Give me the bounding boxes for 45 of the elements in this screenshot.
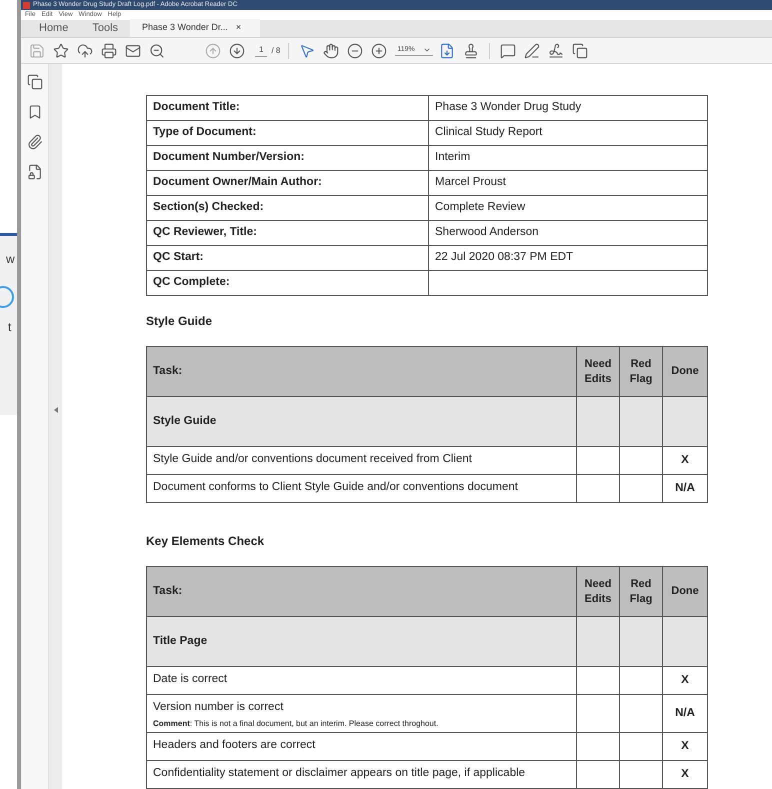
collapse-icon[interactable]: [54, 407, 58, 413]
table-cell: Sherwood Anderson: [428, 220, 708, 246]
group-cell: Style Guide: [146, 396, 576, 446]
table-cell: 22 Jul 2020 08:37 PM EDT: [428, 246, 708, 270]
column-header: Task:: [146, 566, 576, 616]
column-header: Task:: [146, 346, 576, 396]
comment-text: Comment: This is not a final document, but an interim. Please correct throghout.: [153, 718, 440, 730]
table-cell: Document Owner/Main Author:: [146, 170, 428, 196]
tab[interactable]: Phase 3 Wonder Dr... ×: [130, 19, 260, 37]
done-cell: X: [662, 446, 708, 474]
table-cell: Document Number/Version:: [146, 146, 428, 170]
task-text: Date is correct: [153, 672, 228, 687]
done-cell: X: [662, 666, 708, 694]
group-cell: Title Page: [146, 616, 576, 666]
table-cell: Phase 3 Wonder Drug Study: [428, 96, 708, 120]
section-heading: Key Elements Check: [146, 533, 266, 550]
table-cell: Clinical Study Report: [428, 120, 708, 146]
app-icon: [23, 2, 30, 8]
dropdown-icon: [422, 46, 431, 54]
table-cell: Marcel Proust: [428, 170, 708, 196]
table-cell: QC Start:: [146, 246, 428, 270]
section-heading: Style Guide: [146, 313, 214, 330]
page-total: / 8: [271, 44, 280, 56]
table-cell: QC Reviewer, Title:: [146, 220, 428, 246]
done-cell: X: [662, 732, 708, 760]
done-cell: N/A: [662, 694, 708, 732]
window-text: w: [6, 251, 15, 268]
task-text: Style Guide and/or conventions document received from Client: [153, 452, 473, 467]
tab[interactable]: Tools: [80, 19, 130, 37]
task-text: Headers and footers are correct: [153, 738, 316, 753]
table-cell: Document Title:: [146, 96, 428, 120]
done-cell: X: [662, 760, 708, 788]
page-number-field[interactable]: 1: [255, 44, 268, 57]
tab[interactable]: Home: [27, 19, 80, 37]
table-cell: QC Complete:: [146, 270, 428, 296]
task-text: Confidentiality statement or disclaimer appears on title page, if applicable: [153, 766, 526, 781]
window-text: t: [8, 319, 12, 336]
done-cell: N/A: [662, 474, 708, 502]
table-cell: Interim: [428, 146, 708, 170]
task-text: Version number is correct: [153, 700, 284, 715]
table-cell: Section(s) Checked:: [146, 196, 428, 220]
close-icon[interactable]: ×: [236, 21, 242, 35]
table-cell: Type of Document:: [146, 120, 428, 146]
task-text: Document conforms to Client Style Guide and/or conventions document: [153, 480, 519, 495]
table-cell: Complete Review: [428, 196, 708, 220]
